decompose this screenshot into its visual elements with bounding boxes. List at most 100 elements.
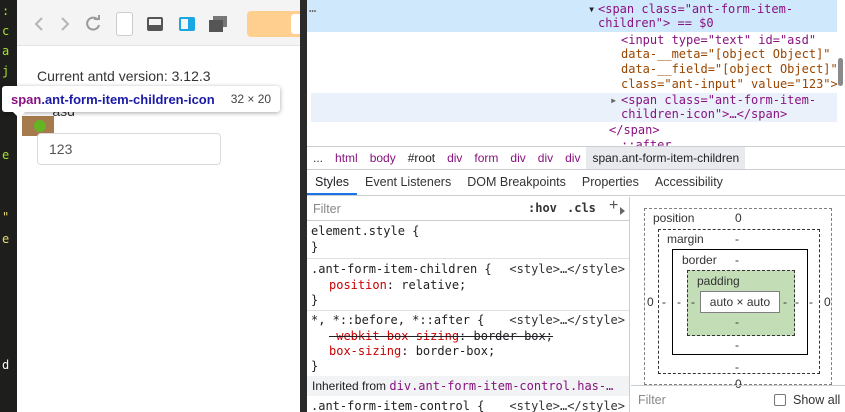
hov-toggle[interactable]: :hov <box>528 201 557 215</box>
border-bottom-value[interactable]: - <box>735 338 739 352</box>
padding-right-value[interactable]: - <box>783 295 787 309</box>
rule-selector[interactable]: *, *::before, *::after { <box>311 313 484 328</box>
layout-side-button[interactable] <box>177 12 197 36</box>
preview-toolbar <box>17 0 300 46</box>
rule-divider <box>307 258 629 259</box>
breadcrumb-item[interactable]: html <box>329 151 364 165</box>
breadcrumb-item[interactable]: div <box>504 151 531 165</box>
breadcrumb-item[interactable]: form <box>468 151 504 165</box>
rule-selector[interactable]: .ant-form-item-control { <box>311 399 484 412</box>
asd-input[interactable]: 123 <box>37 133 221 165</box>
position-top-value[interactable]: 0 <box>735 211 742 225</box>
position-left-value[interactable]: 0 <box>647 295 654 309</box>
inherited-selector[interactable]: div.ant-form-item-control.has-… <box>389 379 613 393</box>
tooltip-dimensions: 32 × 20 <box>230 92 272 106</box>
new-rule-button[interactable]: + <box>609 197 618 215</box>
show-all-label: Show all <box>793 393 841 407</box>
styles-filter-bar: Filter :hov .cls + <box>307 197 629 221</box>
tab-dom-breakpoints[interactable]: DOM Breakpoints <box>459 170 574 195</box>
tab-styles[interactable]: Styles <box>307 170 358 195</box>
url-field[interactable] <box>116 12 133 36</box>
cls-toggle[interactable]: .cls <box>567 201 596 215</box>
forward-button[interactable] <box>57 12 73 36</box>
tab-event-listeners[interactable]: Event Listeners <box>357 170 459 195</box>
css-property-overridden[interactable]: -webkit-box-sizing <box>329 329 459 343</box>
panel-right-icon <box>179 17 195 31</box>
tooltip-tag: span <box>11 91 42 107</box>
children-icon-dot <box>34 120 46 132</box>
elements-tree: … ▾ <span class="ant-form-item- children… <box>307 0 845 146</box>
sidebar-toggle-icon[interactable] <box>620 207 625 215</box>
css-value[interactable]: border-box; <box>416 344 495 358</box>
windows-icon <box>209 16 227 32</box>
styles-filter-input[interactable]: Filter <box>313 202 341 216</box>
css-property[interactable]: position <box>329 278 387 292</box>
input-node-line-3[interactable]: data-__field="[object Object]" <box>621 62 838 77</box>
close-span-tag[interactable]: </span> <box>609 123 660 138</box>
padding-bottom-value[interactable]: - <box>735 315 739 329</box>
antd-version-text: Current antd version: 3.12.3 <box>37 68 211 84</box>
breadcrumb-item[interactable]: div <box>532 151 559 165</box>
input-node-line-2[interactable]: data-__meta="[object Object]" <box>621 47 831 62</box>
position-label: position <box>653 211 695 225</box>
selected-node-line-1[interactable]: <span class="ant-form-item- <box>598 2 793 17</box>
margin-right-value[interactable]: - <box>809 295 813 309</box>
margin-label: margin <box>667 232 704 246</box>
inherited-header: Inherited from div.ant-form-item-control… <box>307 376 629 396</box>
breadcrumb-more[interactable]: ... <box>307 151 329 165</box>
breadcrumb-item[interactable]: div <box>559 151 586 165</box>
panel-divider[interactable] <box>300 0 307 412</box>
reload-button[interactable] <box>83 12 103 36</box>
input-node-line-4[interactable]: class="ant-input" value="123"> <box>621 77 838 92</box>
layout-bottom-button[interactable] <box>145 12 165 36</box>
box-model-pane: position 0 0 0 0 margin - - - - border -… <box>631 197 845 412</box>
padding-left-value[interactable]: - <box>691 295 695 309</box>
content-box[interactable]: auto × auto <box>700 291 780 313</box>
breadcrumb-item[interactable]: div <box>441 151 468 165</box>
breadcrumb-active[interactable]: span.ant-form-item-children <box>586 147 746 169</box>
border-right-value[interactable]: - <box>795 295 799 309</box>
position-right-value[interactable]: 0 <box>824 295 831 309</box>
code-editor-strip: : c a j e " e d <box>0 0 17 412</box>
border-top-value[interactable]: - <box>735 253 739 267</box>
preview-page: Current antd version: 3.12.3 * asd 123 <box>17 0 300 412</box>
show-all-checkbox[interactable] <box>774 394 786 406</box>
css-value-overridden[interactable]: border-box; <box>474 329 553 343</box>
computed-filter-bar: Filter Show all <box>631 385 845 412</box>
icon-span-line-2[interactable]: children-icon">…</span> <box>621 107 787 122</box>
device-toggle[interactable] <box>247 11 300 37</box>
margin-left-value[interactable]: - <box>662 295 666 309</box>
back-button[interactable] <box>31 12 47 36</box>
inherited-label: Inherited from <box>312 379 387 393</box>
icon-span-line-1[interactable]: <span class="ant-form-item- <box>621 93 816 108</box>
tab-properties[interactable]: Properties <box>574 170 647 195</box>
styles-pane: Filter :hov .cls + element.style { } .an… <box>307 197 630 412</box>
breadcrumb: ... html body #root div form div div div… <box>307 146 845 170</box>
rule-source-link[interactable]: <style>…</style> <box>509 262 625 276</box>
expand-triangle-icon[interactable]: ▸ <box>610 93 617 108</box>
rule-selector[interactable]: element.style { <box>311 224 419 239</box>
breadcrumb-item[interactable]: body <box>364 151 402 165</box>
chevron-right-icon <box>61 17 70 31</box>
rule-close: } <box>311 359 319 373</box>
selected-node-line-2[interactable]: children"> == $0 <box>598 16 714 31</box>
css-property[interactable]: box-sizing <box>329 344 401 358</box>
margin-top-value[interactable]: - <box>735 232 739 246</box>
after-pseudo[interactable]: ::after <box>621 138 672 146</box>
rule-source-link[interactable]: <style>…</style> <box>509 313 625 327</box>
collapse-triangle-icon[interactable]: ▾ <box>588 2 595 17</box>
css-value[interactable]: relative; <box>401 278 466 292</box>
rule-source-link[interactable]: <style>…</style> <box>509 399 625 412</box>
rule-selector[interactable]: .ant-form-item-children { <box>311 262 492 277</box>
input-node-line-1[interactable]: <input type="text" id="asd" <box>621 33 816 48</box>
border-left-value[interactable]: - <box>677 295 681 309</box>
tooltip-arrow <box>12 111 26 118</box>
tab-accessibility[interactable]: Accessibility <box>647 170 731 195</box>
copy-window-button[interactable] <box>207 12 229 36</box>
more-actions-button[interactable]: … <box>309 1 316 16</box>
margin-bottom-value[interactable]: - <box>735 360 739 374</box>
padding-label: padding <box>697 274 740 288</box>
breadcrumb-item[interactable]: #root <box>402 151 441 165</box>
elements-scrollbar[interactable] <box>838 58 843 86</box>
computed-filter-input[interactable]: Filter <box>638 393 666 407</box>
